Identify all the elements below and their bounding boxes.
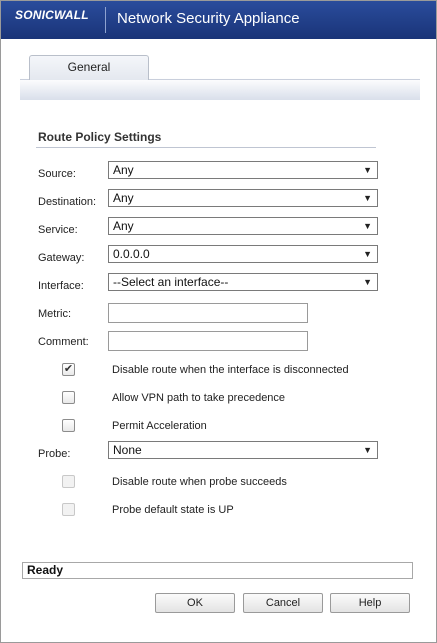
probe-label: Probe: [38, 448, 71, 460]
dropdown-arrow-icon: ▼ [363, 193, 372, 203]
allow-vpn-label: Allow VPN path to take precedence [112, 392, 286, 404]
gateway-value: 0.0.0.0 [113, 247, 150, 261]
source-select[interactable]: Any ▼ [108, 161, 378, 179]
ok-button[interactable]: OK [155, 593, 235, 613]
help-button[interactable]: Help [330, 593, 410, 613]
allow-vpn-checkbox[interactable] [62, 391, 75, 404]
source-label: Source: [38, 168, 76, 180]
gateway-select[interactable]: 0.0.0.0 ▼ [108, 245, 378, 263]
disable-on-probe-label: Disable route when probe succeeds [112, 476, 287, 488]
destination-label: Destination: [38, 196, 97, 208]
probe-default-up-label: Probe default state is UP [112, 504, 234, 516]
disable-route-checkbox[interactable]: ✔ [62, 363, 75, 376]
sonicwall-logo: SONICWALL [15, 8, 89, 22]
cancel-button[interactable]: Cancel [243, 593, 323, 613]
section-title: Route Policy Settings [38, 130, 162, 144]
header-divider [105, 7, 106, 33]
app-title: Network Security Appliance [117, 10, 300, 27]
dropdown-arrow-icon: ▼ [363, 165, 372, 175]
metric-label: Metric: [38, 308, 71, 320]
interface-select[interactable]: --Select an interface-- ▼ [108, 273, 378, 291]
tab-general[interactable]: General [29, 55, 149, 80]
comment-label: Comment: [38, 336, 89, 348]
metric-input[interactable] [108, 303, 308, 323]
interface-label: Interface: [38, 280, 84, 292]
dropdown-arrow-icon: ▼ [363, 445, 372, 455]
section-divider [36, 147, 376, 148]
service-value: Any [113, 219, 134, 233]
dropdown-arrow-icon: ▼ [363, 221, 372, 231]
service-select[interactable]: Any ▼ [108, 217, 378, 235]
status-bar: Ready [22, 562, 413, 579]
app-header: SONICWALL Network Security Appliance [1, 1, 436, 39]
probe-default-up-checkbox[interactable] [62, 503, 75, 516]
service-label: Service: [38, 224, 78, 236]
interface-value: --Select an interface-- [113, 275, 229, 289]
disable-route-label: Disable route when the interface is disc… [112, 364, 349, 376]
dropdown-arrow-icon: ▼ [363, 277, 372, 287]
source-value: Any [113, 163, 134, 177]
destination-value: Any [113, 191, 134, 205]
dropdown-arrow-icon: ▼ [363, 249, 372, 259]
gateway-label: Gateway: [38, 252, 85, 264]
disable-on-probe-checkbox[interactable] [62, 475, 75, 488]
probe-select[interactable]: None ▼ [108, 441, 378, 459]
checkmark-icon: ✔ [63, 363, 74, 375]
permit-acceleration-label: Permit Acceleration [112, 420, 207, 432]
permit-acceleration-checkbox[interactable] [62, 419, 75, 432]
probe-value: None [113, 443, 142, 457]
destination-select[interactable]: Any ▼ [108, 189, 378, 207]
comment-input[interactable] [108, 331, 308, 351]
